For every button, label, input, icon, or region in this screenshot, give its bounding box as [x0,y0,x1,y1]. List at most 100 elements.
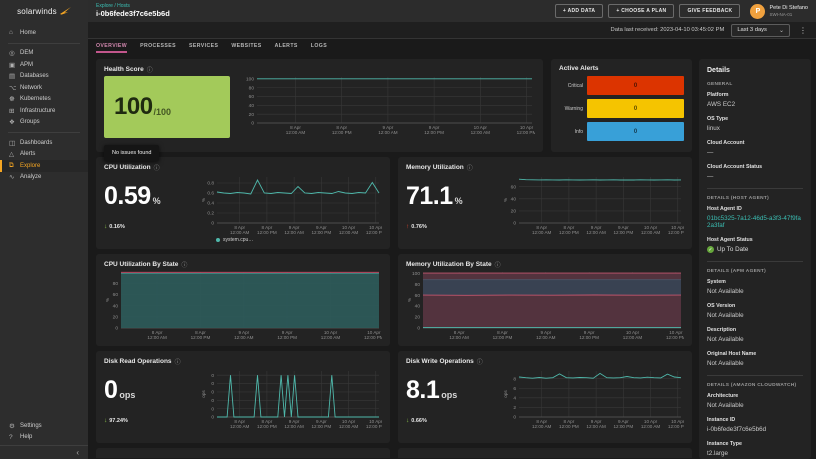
sidebar-item-databases[interactable]: ▤ Databases [0,71,88,83]
host-agent-id-link[interactable]: 01bc5325-7a12-46d5-a3f3-47f9fa2a3faf [707,215,803,229]
svg-text:12:00 PM: 12:00 PM [668,424,684,429]
sidebar-item-settings[interactable]: ⚙ Settings [0,420,88,432]
tab-overview[interactable]: OVERVIEW [96,43,127,53]
info-icon[interactable]: ⓘ [477,357,483,366]
svg-text:10 Apr: 10 Apr [671,225,684,230]
svg-text:8 Apr: 8 Apr [564,225,575,230]
sidebar-item-help[interactable]: ? Help [0,432,88,444]
legend-label: system.cpu… [223,237,253,243]
memory-utilization-chart[interactable]: 60402008 Apr12:00 AM8 Apr12:00 PM9 Apr12… [502,174,684,236]
sidebar-item-home[interactable]: ⌂ Home [0,27,88,39]
time-range-dropdown[interactable]: Last 3 days ⌄ [731,24,790,37]
svg-text:100: 100 [246,76,254,82]
avatar[interactable]: P [750,4,765,19]
svg-text:60: 60 [113,292,119,298]
logo-text: solarwinds [17,7,57,16]
sidebar-item-alerts[interactable]: △ Alerts [0,149,88,161]
svg-text:9 Apr: 9 Apr [282,330,293,335]
svg-text:12:00 AM: 12:00 AM [641,424,661,429]
row-partial-cards [96,448,692,458]
svg-text:12:00 PM: 12:00 PM [366,424,382,429]
arrow-up-icon: ↑ [406,223,409,230]
svg-text:12:00 PM: 12:00 PM [311,424,331,429]
sidebar-item-network[interactable]: ⌥ Network [0,82,88,94]
info-icon[interactable]: ⓘ [154,163,160,172]
svg-text:12:00 AM: 12:00 AM [230,424,250,429]
sidebar-item-explore[interactable]: ⧉ Explore [0,160,88,172]
chevron-down-icon: ⌄ [779,27,784,34]
disk-read-chart[interactable]: 0000008 Apr12:00 AM8 Apr12:00 PM9 Apr12:… [200,368,382,430]
row-cpu-memory: CPU Utilization ⓘ 0.59 % ↓ [96,157,692,249]
sidebar-item-kubernetes[interactable]: ☸ Kubernetes [0,94,88,106]
sidebar-item-label: Kubernetes [20,96,51,102]
cpu-delta-value: 0.16% [109,224,125,230]
tab-alerts[interactable]: ALERTS [275,43,298,53]
cpu-by-state-chart[interactable]: 8060402008 Apr12:00 AM8 Apr12:00 PM9 Apr… [104,269,382,341]
row-disk: Disk Read Operations ⓘ 0 ops ↓ [96,351,692,443]
check-icon: ✓ [707,246,714,253]
info-icon[interactable]: ⓘ [181,260,187,269]
add-data-button[interactable]: + ADD DATA [555,4,604,18]
sidebar-item-label: Help [20,434,32,440]
health-score-card: Health Score ⓘ 100 /100 1008060402008 Ap… [96,59,543,152]
info-icon[interactable]: ⓘ [467,163,473,172]
info-label: Info [559,129,587,135]
field-value: Not Available [707,312,803,319]
card-title-row: Active Alerts [559,65,684,72]
tab-services[interactable]: SERVICES [189,43,218,53]
kebab-menu-icon[interactable]: ⋮ [797,26,809,35]
health-score-chart[interactable]: 1008060402008 Apr12:00 AM8 Apr12:00 PM9 … [242,74,535,136]
analyze-icon: ∿ [9,173,20,181]
tab-bar: OVERVIEW PROCESSES SERVICES WEBSITES ALE… [88,39,816,54]
disk-write-chart[interactable]: 864208 Apr12:00 AM8 Apr12:00 PM9 Apr12:0… [502,368,684,430]
memory-body: 71.1 % ↑ 0.76% 60402008 Apr12:00 AM8 Apr… [406,174,684,236]
memory-delta-value: 0.76% [411,224,427,230]
arrow-down-icon: ↓ [104,223,107,230]
sidebar-collapse-button[interactable]: ‹ [0,445,88,459]
user-menu[interactable]: P Pete Di Stefano SWI-NA-01 [750,4,808,19]
info-icon[interactable]: ⓘ [495,260,501,269]
field-label: OS Version [707,303,803,309]
sidebar-item-dem[interactable]: ◎ DEM [0,48,88,60]
warning-count-box[interactable]: 0 [587,99,684,118]
home-icon: ⌂ [9,29,20,36]
svg-text:10 Apr: 10 Apr [342,419,356,424]
alert-row-critical: Critical 0 [559,76,684,95]
memory-by-state-chart[interactable]: 1008060402008 Apr12:00 AM8 Apr12:00 PM9 … [406,269,684,341]
svg-text:12:00 PM: 12:00 PM [559,424,579,429]
solarwinds-logo[interactable]: solarwinds [0,0,88,22]
critical-count-box[interactable]: 0 [587,76,684,95]
info-icon[interactable]: ⓘ [147,65,153,74]
tab-websites[interactable]: WEBSITES [231,43,261,53]
explore-folder-icon: ⧉ [9,162,20,170]
disk-write-stat: 8.1 ops ↓ 0.66% [406,368,502,430]
choose-a-plan-button[interactable]: + CHOOSE A PLAN [608,4,674,18]
svg-text:10 Apr: 10 Apr [520,125,534,130]
sidebar-item-groups[interactable]: ❖ Groups [0,117,88,129]
tab-processes[interactable]: PROCESSES [140,43,176,53]
field-label: Cloud Account Status [707,164,803,170]
sidebar-item-apm[interactable]: ▣ APM [0,59,88,71]
sidebar-item-infrastructure[interactable]: ⊞ Infrastructure [0,105,88,117]
svg-text:12:00 PM: 12:00 PM [559,230,579,235]
sidebar-item-dashboards[interactable]: ◫ Dashboards [0,137,88,149]
field-label: Instance ID [707,417,803,423]
section-divider [707,261,803,262]
info-icon[interactable]: ⓘ [175,357,181,366]
tab-logs[interactable]: LOGS [311,43,327,53]
field-os-version: OS Version Not Available [707,303,803,319]
give-feedback-button[interactable]: GIVE FEEDBACK [679,4,740,18]
cpu-utilization-chart[interactable]: 0.80.60.40.208 Apr12:00 AM8 Apr12:00 PM9… [200,174,382,236]
svg-text:0.8: 0.8 [207,181,214,187]
svg-text:0: 0 [211,406,214,412]
info-count-box[interactable]: 0 [587,122,684,141]
critical-label: Critical [559,83,587,89]
time-range-value: Last 3 days [737,27,767,33]
field-cloud-account: Cloud Account — [707,140,803,156]
row-health-alerts: Health Score ⓘ 100 /100 1008060402008 Ap… [96,59,692,152]
field-label: Original Host Name [707,351,803,357]
sidebar-item-analyze[interactable]: ∿ Analyze [0,172,88,184]
sidebar-item-label: APM [20,62,33,68]
top-bar: Explore / Hosts i-0b6fede3f7c6e5b6d + AD… [88,0,816,22]
disk-write-body: 8.1 ops ↓ 0.66% 864208 Apr12:00 AM8 Apr1… [406,368,684,430]
